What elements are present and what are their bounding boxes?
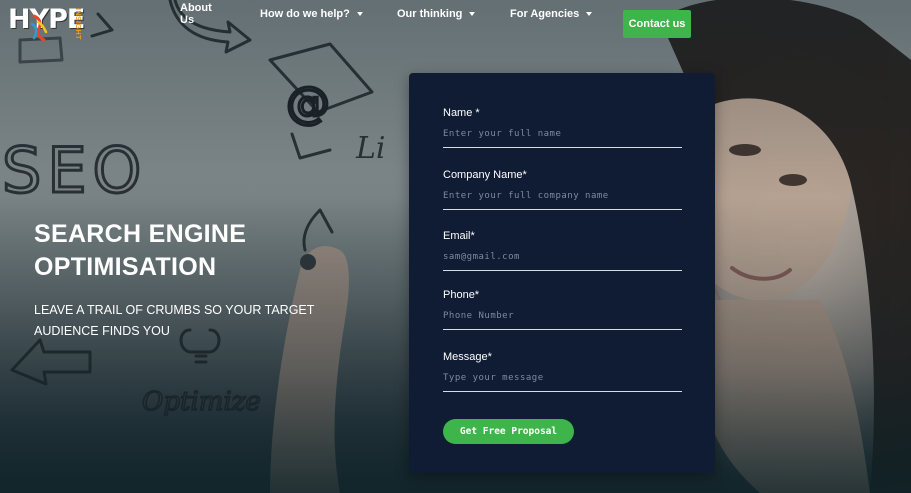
nav-thinking-label: Our thinking [397, 8, 463, 20]
page-title: SEARCH ENGINE OPTIMISATION [34, 220, 247, 281]
proposal-form: Name * Company Name* Email* Phone* Messa… [409, 73, 715, 473]
site-header: HYPE INSIGHT About Us How do we help? Ou… [0, 0, 911, 48]
email-label: Email* [443, 230, 475, 242]
brand-logo[interactable]: HYPE INSIGHT [8, 4, 88, 42]
logo-figure-icon [30, 14, 48, 42]
chevron-down-icon [469, 12, 476, 16]
email-input[interactable] [443, 249, 682, 271]
nav-for-agencies[interactable]: For Agencies [510, 5, 593, 23]
nav-agencies-label: For Agencies [510, 8, 580, 20]
name-label: Name * [443, 107, 480, 119]
message-field-group: Message* [443, 351, 682, 392]
contact-us-button[interactable]: Contact us [623, 10, 691, 38]
message-input[interactable] [443, 370, 682, 392]
nav-our-thinking[interactable]: Our thinking [397, 5, 476, 23]
phone-input[interactable] [443, 308, 682, 330]
nav-about-us[interactable]: About Us [180, 2, 212, 26]
company-label: Company Name* [443, 169, 527, 181]
nav-how-do-we-help[interactable]: How do we help? [260, 5, 363, 23]
company-name-input[interactable] [443, 188, 682, 210]
hero-subtitle: LEAVE A TRAIL OF CRUMBS SO YOUR TARGET A… [34, 303, 315, 338]
email-field-group: Email* [443, 230, 682, 271]
name-input[interactable] [443, 126, 682, 148]
phone-label: Phone* [443, 289, 480, 301]
chevron-down-icon [356, 12, 363, 16]
phone-field-group: Phone* [443, 289, 682, 330]
logo-subtext: INSIGHT [74, 8, 81, 40]
nav-help-label: How do we help? [260, 8, 350, 20]
chevron-down-icon [586, 12, 593, 16]
message-label: Message* [443, 351, 492, 363]
nav-about-label: About Us [180, 2, 212, 26]
get-free-proposal-button[interactable]: Get Free Proposal [443, 419, 574, 444]
name-field-group: Name * [443, 107, 682, 148]
company-field-group: Company Name* [443, 169, 682, 210]
